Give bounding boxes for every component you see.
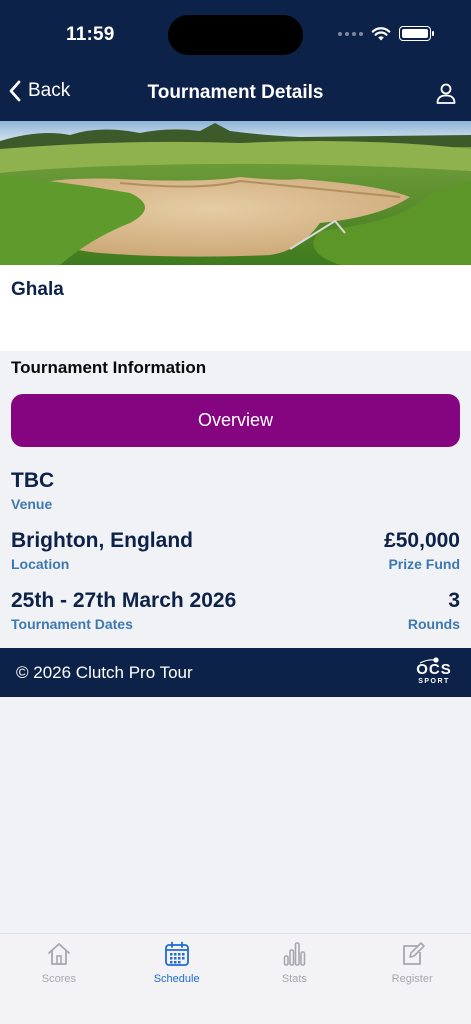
location-label: Location xyxy=(11,556,70,572)
location-block: Brighton, England Location xyxy=(11,529,193,572)
tournament-name: Ghala xyxy=(11,279,64,300)
tab-schedule[interactable]: Schedule xyxy=(118,934,236,1024)
ocs-sport-logo: OCS SPORT xyxy=(416,656,452,690)
logo-main-text: OCS xyxy=(416,661,452,678)
prize-label: Prize Fund xyxy=(388,556,460,572)
prize-value: £50,000 xyxy=(384,529,460,552)
rounds-block: 3 Rounds xyxy=(408,589,460,632)
copyright-text: © 2026 Clutch Pro Tour xyxy=(16,663,193,682)
prize-block: £50,000 Prize Fund xyxy=(384,529,460,572)
tab-label: Register xyxy=(391,973,433,985)
venue-value: TBC xyxy=(11,469,55,492)
venue-label: Venue xyxy=(11,496,53,512)
page-title: Tournament Details xyxy=(147,82,324,103)
tab-stats[interactable]: Stats xyxy=(236,934,354,1024)
signal-icon xyxy=(338,31,363,36)
bar-chart-icon xyxy=(284,942,306,966)
wifi-icon xyxy=(371,27,391,41)
section-title: Tournament Information xyxy=(11,358,207,377)
tab-label: Stats xyxy=(281,973,307,985)
rounds-value: 3 xyxy=(448,589,460,612)
user-icon xyxy=(436,83,456,104)
status-icons xyxy=(338,26,434,41)
dynamic-island xyxy=(168,15,303,55)
profile-button[interactable] xyxy=(435,82,457,109)
battery-icon xyxy=(399,26,434,41)
tab-label: Scores xyxy=(41,973,76,985)
venue-block: TBC Venue xyxy=(11,469,54,512)
home-icon xyxy=(47,943,70,965)
tournament-name-card: Ghala xyxy=(0,265,471,351)
tab-scores[interactable]: Scores xyxy=(0,934,118,1024)
status-time: 11:59 xyxy=(66,24,115,45)
location-value: Brighton, England xyxy=(11,529,193,552)
calendar-icon xyxy=(164,941,189,966)
tab-register[interactable]: Register xyxy=(353,934,471,1024)
tab-label: Schedule xyxy=(153,973,200,985)
top-header: 11:59 Back Tournament Details xyxy=(0,0,471,121)
tournament-hero-image xyxy=(0,121,471,265)
tab-bar: Scores Schedule Stats Register xyxy=(0,933,471,1024)
edit-icon xyxy=(403,942,425,965)
rounds-label: Rounds xyxy=(407,616,460,632)
dates-block: 25th - 27th March 2026 Tournament Dates xyxy=(11,589,236,632)
logo-sub-text: SPORT xyxy=(418,678,450,685)
overview-button[interactable]: Overview xyxy=(11,394,460,447)
dates-label: Tournament Dates xyxy=(11,616,133,632)
dates-value: 25th - 27th March 2026 xyxy=(11,589,237,612)
footer: © 2026 Clutch Pro Tour OCS SPORT xyxy=(0,648,471,697)
